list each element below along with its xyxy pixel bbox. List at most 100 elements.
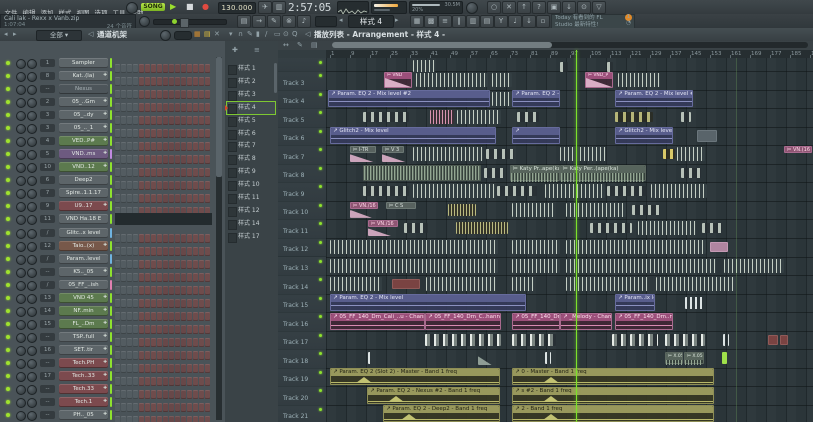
channel-mute-led[interactable] bbox=[6, 178, 10, 183]
channel-rack-window-icon[interactable]: ≡ bbox=[438, 15, 452, 28]
pattern-inc-button[interactable]: ▸ bbox=[395, 14, 399, 27]
add-pattern-icon[interactable]: ✚ bbox=[232, 44, 238, 57]
track-led[interactable] bbox=[319, 92, 322, 96]
clip-strips_olive[interactable] bbox=[456, 222, 508, 235]
clip-block_red[interactable] bbox=[392, 279, 420, 290]
track-header[interactable]: Track 9 bbox=[278, 182, 326, 202]
step-cell[interactable] bbox=[133, 416, 138, 422]
step-sequencer[interactable] bbox=[115, 254, 211, 269]
playlist-menu-icon[interactable]: ▾ bbox=[229, 28, 233, 41]
pattern-item[interactable]: 样式 17 bbox=[227, 231, 275, 243]
track-led[interactable] bbox=[319, 203, 322, 207]
clip-auto_blue[interactable]: ↗ Param..ix level bbox=[615, 294, 655, 312]
paint-tool-icon[interactable]: ▮ bbox=[256, 28, 260, 41]
shuffle-knob[interactable] bbox=[466, 2, 478, 14]
channel-mute-led[interactable] bbox=[6, 152, 10, 157]
step-sequencer[interactable] bbox=[115, 280, 211, 295]
step-cell[interactable] bbox=[169, 416, 174, 422]
channel-pan-knob[interactable] bbox=[16, 398, 26, 409]
channel-volume-knob[interactable] bbox=[27, 306, 37, 317]
clip-audio_wave2[interactable]: ⊨ Katy Per..(ape(ka) bbox=[560, 164, 646, 182]
channel-pan-knob[interactable] bbox=[16, 150, 26, 161]
clip-tri_gray[interactable] bbox=[478, 356, 492, 366]
clip-strips[interactable] bbox=[512, 258, 560, 273]
channel-mute-led[interactable] bbox=[6, 217, 10, 222]
help-icon[interactable]: ? bbox=[532, 1, 546, 14]
metronome-icon[interactable]: ♪ bbox=[297, 15, 311, 28]
clip-block_red[interactable] bbox=[780, 334, 788, 345]
clip-strips[interactable] bbox=[651, 184, 707, 199]
channel-volume-knob[interactable] bbox=[27, 267, 37, 278]
pattern-group-box[interactable] bbox=[315, 16, 337, 27]
channel-button[interactable]: VND..ms ✚ bbox=[59, 149, 108, 160]
options-icon[interactable]: ▫ bbox=[536, 15, 550, 28]
clip-block_gray[interactable] bbox=[697, 129, 717, 142]
channel-mute-led[interactable] bbox=[6, 87, 10, 92]
channel-volume-knob[interactable] bbox=[27, 280, 37, 291]
swing-knob[interactable] bbox=[160, 30, 171, 41]
clip-audio_chip[interactable]: ⊨ X.05..(k) bbox=[684, 352, 704, 366]
magnet-snap-icon[interactable]: ∩ bbox=[238, 28, 243, 41]
clip-chip[interactable]: ⊨ C S bbox=[386, 201, 416, 209]
clip-blocks[interactable] bbox=[486, 149, 514, 160]
import-icon[interactable]: ▽ bbox=[592, 1, 606, 14]
clip-strips[interactable] bbox=[426, 277, 496, 292]
clip-blocks[interactable] bbox=[702, 223, 722, 234]
clip-blocks[interactable] bbox=[363, 186, 409, 197]
clip-blocks[interactable] bbox=[497, 186, 537, 197]
channel-button[interactable]: 05_.._1 ✚ bbox=[59, 123, 108, 134]
clip-blocks[interactable] bbox=[607, 62, 613, 72]
track-header[interactable]: Track 6 bbox=[278, 126, 326, 147]
clip-bars_white[interactable] bbox=[368, 352, 373, 365]
clip-auto_blue[interactable]: ↗ bbox=[512, 127, 560, 145]
clip-strips[interactable] bbox=[656, 277, 736, 292]
save-icon[interactable]: ▣ bbox=[547, 1, 561, 14]
channel-button[interactable]: FL_..Dm ✚ bbox=[59, 318, 108, 329]
step-sequencer[interactable] bbox=[115, 175, 211, 191]
channel-volume-knob[interactable] bbox=[27, 150, 37, 161]
piano-roll-window-icon[interactable]: ▩ bbox=[424, 15, 438, 28]
clip-auto_olive[interactable]: ↗ Param. EQ 2 - Nexus #2 - Band 1 freq bbox=[367, 386, 500, 404]
clip-strips[interactable] bbox=[724, 258, 784, 273]
clip-blocks[interactable] bbox=[363, 112, 409, 123]
channel-button[interactable]: Nexus bbox=[59, 84, 108, 95]
channel-mute-led[interactable] bbox=[6, 139, 10, 144]
main-volume-knob[interactable] bbox=[126, 2, 138, 14]
step-sequencer[interactable] bbox=[115, 319, 211, 334]
step-cell[interactable] bbox=[193, 416, 198, 422]
channel-mute-led[interactable] bbox=[6, 256, 10, 261]
clip-blocks[interactable] bbox=[632, 204, 660, 215]
clip-auto_pink[interactable]: ↗ 05_FF_140_Dm..nel pitch bbox=[615, 312, 673, 330]
typing-keyboard-icon[interactable]: ▤ bbox=[237, 15, 251, 28]
channel-button[interactable]: Sampler bbox=[59, 58, 108, 68]
channel-mute-led[interactable] bbox=[6, 360, 10, 365]
channel-volume-knob[interactable] bbox=[27, 72, 37, 83]
channel-button[interactable]: 05_..dy ✚ bbox=[59, 110, 108, 121]
track-header[interactable]: Track 5 bbox=[278, 108, 326, 128]
clip-strips_olive[interactable] bbox=[448, 203, 476, 216]
channel-mute-led[interactable] bbox=[6, 100, 10, 105]
channel-mute-led[interactable] bbox=[6, 308, 10, 313]
clip-auto_pink[interactable]: ↗ 05_FF_140_Dm_Cali_Me bbox=[512, 312, 560, 330]
channel-pan-knob[interactable] bbox=[16, 111, 26, 122]
clip-blocks[interactable] bbox=[560, 62, 568, 72]
step-sequencer[interactable] bbox=[115, 188, 211, 204]
pattern-item[interactable]: 样式 10 bbox=[227, 179, 275, 192]
step-sequencer[interactable] bbox=[115, 371, 211, 386]
track-led[interactable] bbox=[319, 407, 322, 411]
step-sequencer[interactable] bbox=[115, 345, 211, 360]
channel-mute-led[interactable] bbox=[6, 204, 10, 209]
channel-button[interactable]: Kat..(la) ✚ bbox=[59, 71, 108, 82]
step-sequencer[interactable] bbox=[115, 71, 211, 87]
track-led[interactable] bbox=[319, 166, 322, 170]
channel-pan-knob[interactable] bbox=[16, 137, 26, 148]
channel-mute-led[interactable] bbox=[6, 74, 10, 79]
clip-bars_green[interactable] bbox=[722, 352, 727, 365]
channel-button[interactable]: TSP..full ✚ bbox=[59, 331, 108, 342]
next-group-icon[interactable]: ▸ bbox=[13, 28, 17, 41]
channel-button[interactable]: U9..17 ✚ bbox=[59, 201, 108, 212]
track-led[interactable] bbox=[319, 315, 322, 319]
channel-mute-led[interactable] bbox=[6, 282, 10, 287]
channel-mute-led[interactable] bbox=[6, 387, 10, 391]
channel-button[interactable]: PH.._05 ✚ bbox=[59, 410, 108, 421]
